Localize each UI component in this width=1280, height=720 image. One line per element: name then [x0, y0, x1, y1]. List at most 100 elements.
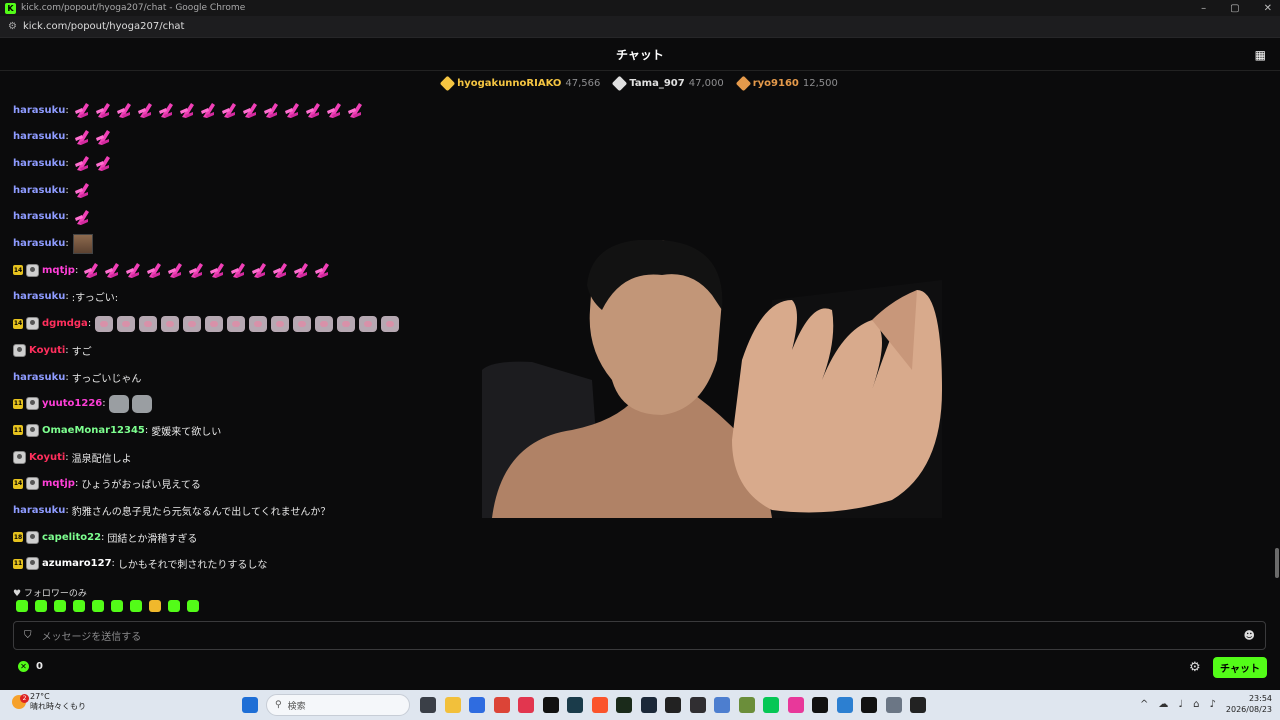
leaderboard-name: ryo9160 [752, 77, 799, 89]
chat-username[interactable]: yuuto1226 [42, 398, 102, 409]
quick-emote-9[interactable] [168, 600, 180, 612]
chat-username[interactable]: mqtjp [42, 265, 75, 276]
leaderboard-value: 12,500 [802, 77, 838, 89]
windows-start-icon[interactable] [242, 697, 258, 713]
media-player-icon[interactable] [910, 697, 926, 713]
emoji-picker-icon[interactable]: ☻ [1244, 629, 1255, 642]
quick-emote-3[interactable] [54, 600, 66, 612]
maximize-button[interactable]: ▢ [1230, 3, 1239, 14]
chat-username[interactable]: harasuku [13, 158, 65, 169]
pink-emote [104, 261, 120, 279]
chat-username[interactable]: harasuku [13, 105, 65, 116]
app-photo-icon[interactable] [836, 697, 853, 713]
clock[interactable]: 23:54 2026/08/23 [1226, 693, 1272, 715]
taskbar-search-placeholder: 検索 [287, 701, 306, 712]
network-icon[interactable]: ⌂ [1193, 699, 1199, 710]
quick-emote-10[interactable] [187, 600, 199, 612]
pink-emote [95, 154, 111, 172]
leaderboard-item[interactable]: hyogakunnoRIAKO 47,566 [439, 75, 600, 91]
volume-icon[interactable]: ♪ [1210, 699, 1216, 710]
unity-icon[interactable] [665, 697, 681, 713]
app-dark-icon[interactable] [567, 697, 583, 713]
chat-username[interactable]: harasuku [13, 238, 65, 249]
tiktok-icon[interactable] [542, 697, 559, 713]
cloud-icon[interactable]: ☁ [1158, 699, 1168, 710]
chat-username[interactable]: OmaeMonar12345 [42, 425, 145, 436]
message-input-field[interactable]: ⛉ メッセージを送信する ☻ [13, 621, 1266, 650]
leaderboard-item[interactable]: Tama_907 47,000 [612, 75, 724, 91]
taskbar-search[interactable]: ⚲ 検索 [266, 694, 410, 716]
obs-icon[interactable] [689, 697, 706, 713]
chat-scrollbar[interactable] [1275, 548, 1279, 578]
settings-icon[interactable] [885, 697, 902, 713]
url-text[interactable]: kick.com/popout/hyoga207/chat [23, 21, 185, 32]
pig-emote [117, 315, 136, 332]
weather-widget[interactable]: 2 27°C 晴れ時々くもり [12, 692, 86, 712]
steam-icon[interactable] [640, 697, 657, 713]
chat-username[interactable]: harasuku [13, 211, 65, 222]
address-bar[interactable]: ⚙ kick.com/popout/hyoga207/chat [0, 16, 1280, 38]
app-red-icon[interactable] [518, 697, 534, 713]
chevron-up-icon[interactable]: ^ [1140, 699, 1148, 710]
chrome-icon[interactable] [493, 697, 510, 713]
quick-emote-1[interactable] [16, 600, 28, 612]
user-badge-icon [26, 263, 39, 277]
windows-taskbar: 2 27°C 晴れ時々くもり ⚲ 検索 ^ ☁ ♩ ⌂ ♪ 23:54 2026… [0, 690, 1280, 720]
chat-message: 14 mqtjp: ひょうがおっぱい見えてる [13, 472, 201, 496]
weather-text: 晴れ時々くもり [30, 702, 86, 711]
chat-username[interactable]: mqtjp [42, 478, 75, 489]
app-green-play-icon[interactable] [616, 697, 632, 713]
pink-emote [347, 101, 363, 119]
quick-emote-8[interactable] [149, 600, 161, 612]
chat-username[interactable]: harasuku [13, 131, 65, 142]
pig-emote [293, 315, 312, 332]
minimize-button[interactable]: – [1201, 3, 1206, 14]
brave-icon[interactable] [591, 697, 608, 713]
quick-emote-4[interactable] [73, 600, 85, 612]
quick-emote-2[interactable] [35, 600, 47, 612]
chat-settings-gear-icon[interactable]: ⚙ [1189, 660, 1201, 675]
unreal-icon[interactable] [812, 697, 828, 713]
app-pink-icon[interactable] [787, 697, 804, 713]
message-input-placeholder[interactable]: メッセージを送信する [42, 628, 142, 643]
chat-username[interactable]: harasuku [13, 291, 65, 302]
microphone-icon[interactable]: ♩ [1178, 699, 1183, 710]
user-badge-icon [26, 317, 39, 331]
pig-emote [315, 315, 334, 332]
line-icon[interactable] [763, 697, 779, 713]
minecraft-icon[interactable] [738, 697, 755, 713]
chat-colon: : [144, 424, 149, 436]
chat-username[interactable]: Koyuti [29, 345, 65, 356]
chat-username[interactable]: dgmdga [42, 318, 88, 329]
send-chat-button[interactable]: チャット [1213, 657, 1267, 678]
app-star-icon[interactable] [714, 697, 730, 713]
chat-username[interactable]: harasuku [13, 185, 65, 196]
weather-temp: 27°C [30, 692, 50, 701]
chat-colon: : [101, 531, 105, 543]
pink-emote [167, 261, 183, 279]
quick-emote-5[interactable] [92, 600, 104, 612]
app-black-icon[interactable] [861, 697, 877, 713]
file-explorer-icon[interactable] [444, 697, 461, 713]
subscriber-badge: 14 [13, 318, 23, 329]
chat-username[interactable]: harasuku [13, 372, 65, 383]
pink-emote [179, 101, 195, 119]
task-view-icon[interactable] [420, 697, 436, 713]
chat-text: すっごいじゃん [71, 373, 142, 385]
chat-username[interactable]: Koyuti [29, 452, 65, 463]
pink-emote [95, 101, 111, 119]
site-info-icon[interactable]: ⚙ [8, 21, 17, 32]
users-icon[interactable]: ▦ [1255, 48, 1266, 62]
quick-emote-6[interactable] [111, 600, 123, 612]
chat-username[interactable]: capelito22 [42, 532, 101, 543]
close-button[interactable]: ✕ [1264, 3, 1272, 14]
leaderboard-item[interactable]: ryo9160 12,500 [735, 75, 838, 91]
chat-username[interactable]: harasuku [13, 505, 65, 516]
quick-emote-7[interactable] [130, 600, 142, 612]
clock-date: 2026/08/23 [1225, 705, 1272, 714]
channel-points[interactable]: ✕ 0 [18, 661, 43, 672]
pig-emote [271, 315, 290, 332]
chat-username[interactable]: azumaro127 [42, 558, 112, 569]
app-blue-icon[interactable] [469, 697, 485, 713]
user-badge-icon [26, 530, 39, 544]
